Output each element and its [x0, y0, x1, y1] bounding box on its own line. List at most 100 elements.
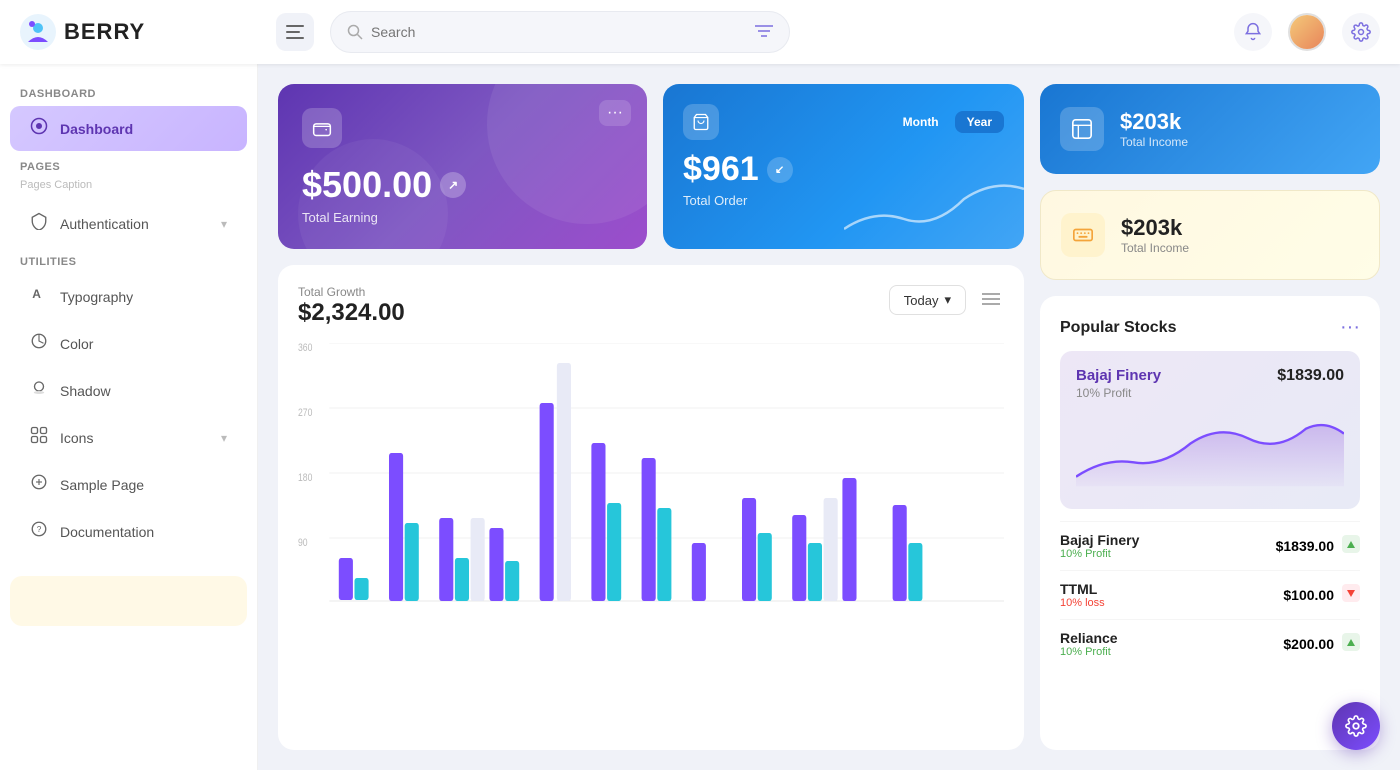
- sidebar-section-dashboard: Dashboard: [0, 80, 257, 104]
- stock-featured: Bajaj Finery 10% Profit $1839.00: [1060, 351, 1360, 509]
- chart-svg: 360 270 180 90: [298, 343, 1004, 603]
- icons-label: Icons: [60, 430, 93, 446]
- search-input[interactable]: [371, 24, 747, 40]
- stock-ttml-profit: 10% loss: [1060, 597, 1105, 609]
- sidebar-item-shadow[interactable]: Shadow: [10, 368, 247, 413]
- stocks-card: Popular Stocks ··· Bajaj Finery 10% Prof…: [1040, 296, 1380, 750]
- earning-more-button[interactable]: ···: [599, 100, 631, 126]
- earning-value: $500.00: [302, 164, 432, 206]
- chart-menu-button[interactable]: [978, 286, 1004, 315]
- hamburger-button[interactable]: [276, 13, 314, 51]
- avatar[interactable]: [1288, 13, 1326, 51]
- typography-label: Typography: [60, 289, 133, 305]
- header: BERRY: [0, 0, 1400, 64]
- stocks-more-button[interactable]: ···: [1340, 316, 1360, 339]
- stock-ttml-name: TTML: [1060, 581, 1105, 597]
- earning-amount: $500.00 ↗: [302, 164, 623, 206]
- chart-title: Total Growth: [298, 285, 405, 299]
- color-icon: [30, 332, 48, 355]
- dashboard-icon: [30, 117, 48, 140]
- svg-text:360: 360: [298, 343, 313, 354]
- header-right: [1234, 13, 1380, 51]
- today-label: Today: [904, 293, 939, 308]
- sidebar-item-typography[interactable]: A Typography: [10, 274, 247, 319]
- svg-text:90: 90: [298, 537, 308, 549]
- today-filter-button[interactable]: Today ▾: [889, 285, 966, 315]
- color-label: Color: [60, 336, 93, 352]
- menu-lines-icon: [982, 292, 1000, 306]
- toggle-month-button[interactable]: Month: [891, 111, 951, 133]
- shadow-icon: [30, 379, 48, 402]
- chart-amount: $2,324.00: [298, 299, 405, 327]
- svg-text:270: 270: [298, 407, 313, 419]
- earning-label: Total Earning: [302, 210, 623, 225]
- sidebar: Dashboard Dashboard Pages Pages Caption …: [0, 64, 258, 770]
- documentation-icon: ?: [30, 520, 48, 543]
- authentication-icon: [30, 212, 48, 235]
- stock-ttml-trend-icon: [1342, 584, 1360, 607]
- top-cards: ··· $500.00 ↗ Total Earning: [278, 84, 1024, 249]
- gear-icon: [1351, 22, 1371, 42]
- stock-row-reliance: Reliance 10% Profit $200.00: [1060, 619, 1360, 668]
- sidebar-item-color[interactable]: Color: [10, 321, 247, 366]
- logo-area: BERRY: [20, 14, 260, 50]
- sidebar-item-documentation[interactable]: ? Documentation: [10, 509, 247, 554]
- fab-button[interactable]: [1332, 702, 1380, 750]
- content-main: ··· $500.00 ↗ Total Earning: [278, 84, 1024, 750]
- sidebar-section-pages: Pages: [0, 153, 257, 177]
- fab-gear-icon: [1345, 715, 1367, 737]
- featured-stock-name: Bajaj Finery: [1076, 367, 1161, 384]
- order-trend-icon: ↙: [767, 157, 793, 183]
- sidebar-section-utilities: Utilities: [0, 248, 257, 272]
- shopping-icon: [692, 113, 710, 131]
- search-bar: [330, 11, 790, 53]
- chart-card: Total Growth $2,324.00 Today ▾: [278, 265, 1024, 750]
- chevron-down-icon: ▾: [944, 292, 951, 308]
- sidebar-item-authentication[interactable]: Authentication ▾: [10, 201, 247, 246]
- toggle-year-button[interactable]: Year: [955, 111, 1004, 133]
- authentication-label: Authentication: [60, 216, 149, 232]
- search-filter-button[interactable]: [755, 24, 773, 41]
- stock-reliance-price: $200.00: [1283, 636, 1334, 652]
- income-blue-icon-box: [1060, 107, 1104, 151]
- earning-icon-box: [302, 108, 342, 148]
- card-earning: ··· $500.00 ↗ Total Earning: [278, 84, 647, 249]
- keyboard-icon: [1072, 224, 1094, 246]
- main-layout: Dashboard Dashboard Pages Pages Caption …: [0, 64, 1400, 770]
- stock-bajaj-price: $1839.00: [1276, 538, 1334, 554]
- typography-icon: A: [30, 285, 48, 308]
- settings-button[interactable]: [1342, 13, 1380, 51]
- order-value: $961: [683, 150, 759, 189]
- filter-icon: [755, 24, 773, 38]
- content: ··· $500.00 ↗ Total Earning: [258, 64, 1400, 770]
- dashboard-label: Dashboard: [60, 121, 133, 137]
- logo-icon: [20, 14, 56, 50]
- notification-button[interactable]: [1234, 13, 1272, 51]
- featured-stock-profit: 10% Profit: [1076, 386, 1161, 400]
- chart-area: 360 270 180 90: [298, 343, 1004, 623]
- bell-icon: [1243, 22, 1263, 42]
- wallet-icon: [312, 118, 332, 138]
- stock-bajaj-profit: 10% Profit: [1060, 548, 1139, 560]
- order-wave: [844, 169, 1024, 249]
- income-blue-amount: $203k: [1120, 109, 1188, 135]
- order-icon-box: [683, 104, 719, 140]
- sidebar-item-sample-page[interactable]: Sample Page: [10, 462, 247, 507]
- income-yellow-amount: $203k: [1121, 215, 1189, 241]
- stock-list: Bajaj Finery 10% Profit $1839.00: [1060, 521, 1360, 668]
- search-icon: [347, 24, 363, 40]
- income-yellow-label: Total Income: [1121, 241, 1189, 255]
- stock-reliance-trend-icon: [1342, 633, 1360, 656]
- sidebar-item-dashboard[interactable]: Dashboard: [10, 106, 247, 151]
- sidebar-item-icons[interactable]: Icons ▾: [10, 415, 247, 460]
- featured-stock-price: $1839.00: [1277, 367, 1344, 385]
- svg-text:?: ?: [37, 525, 42, 534]
- content-right: $203k Total Income $20: [1040, 84, 1380, 750]
- sample-page-icon: [30, 473, 48, 496]
- stock-reliance-name: Reliance: [1060, 630, 1118, 646]
- toggle-group: Month Year: [891, 111, 1004, 133]
- stocks-title: Popular Stocks: [1060, 319, 1176, 337]
- income-yellow-icon-box: [1061, 213, 1105, 257]
- documentation-label: Documentation: [60, 524, 154, 540]
- income-blue-label: Total Income: [1120, 135, 1188, 149]
